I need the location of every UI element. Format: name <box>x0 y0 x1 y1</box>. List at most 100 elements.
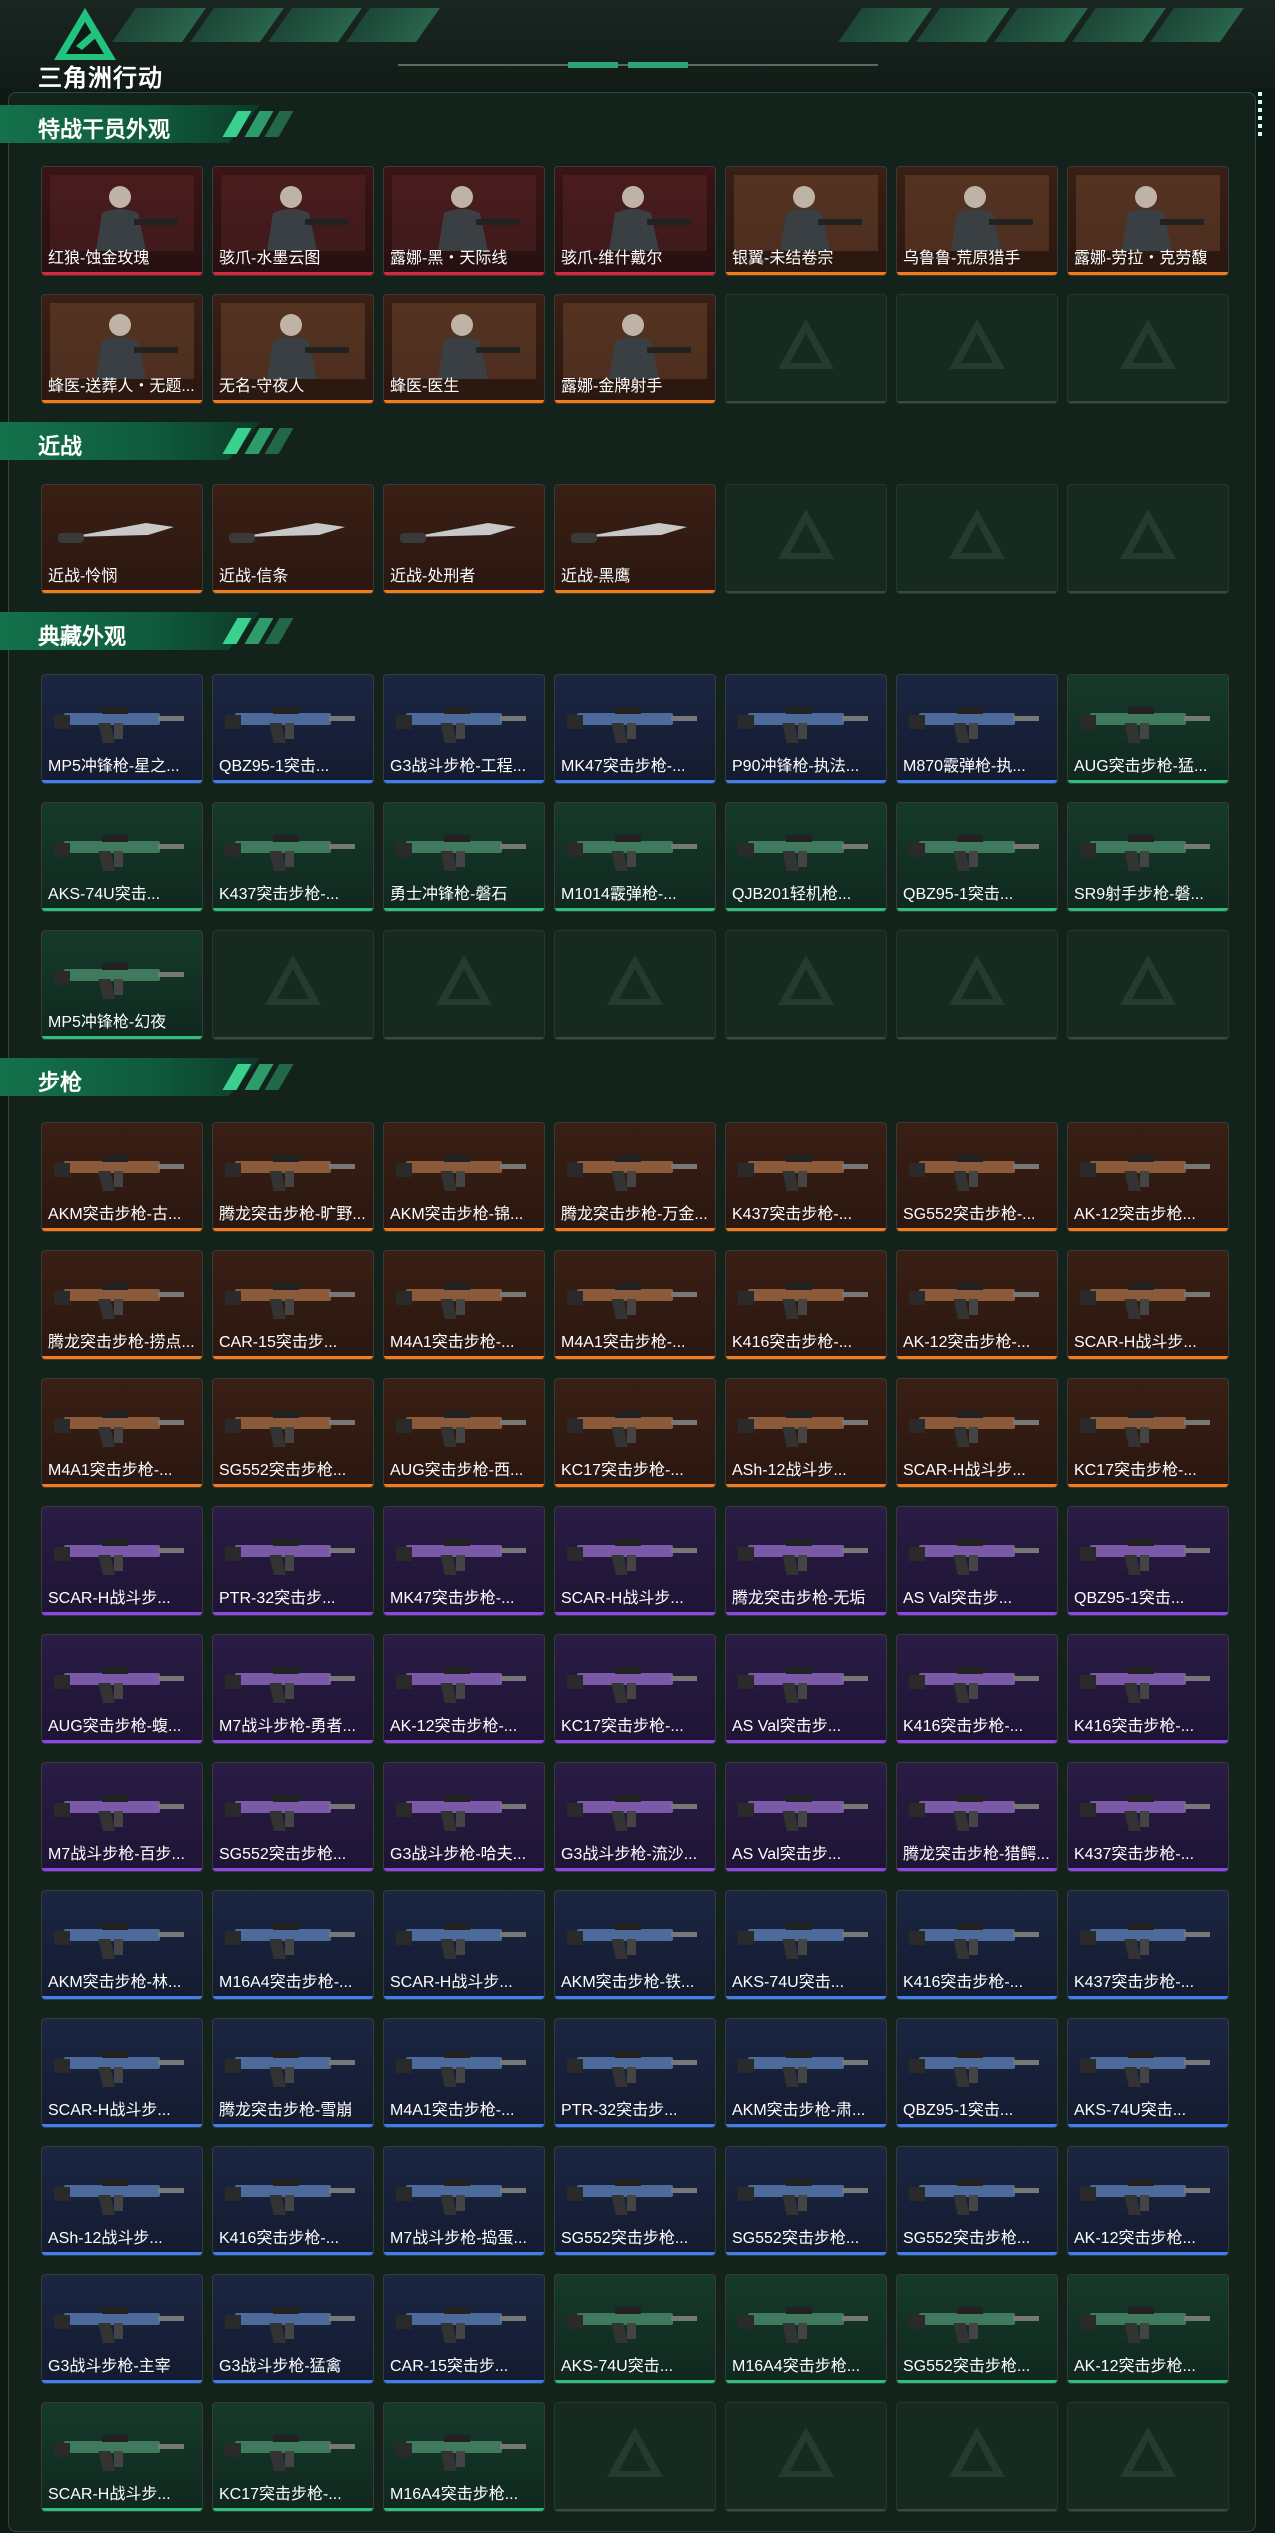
skin-card[interactable]: K437突击步枪-... <box>1067 1762 1229 1872</box>
skin-card[interactable]: SR9射手步枪-磐... <box>1067 802 1229 912</box>
skin-card[interactable]: AK-12突击步枪-... <box>383 1634 545 1744</box>
skin-card[interactable]: 近战-处刑者 <box>383 484 545 594</box>
skin-card[interactable]: M7战斗步枪-勇者... <box>212 1634 374 1744</box>
skin-card[interactable]: K416突击步枪-... <box>1067 1634 1229 1744</box>
skin-card[interactable]: SCAR-H战斗步... <box>41 2018 203 2128</box>
skin-card[interactable]: KC17突击步枪-... <box>554 1378 716 1488</box>
skin-card[interactable]: AS Val突击步... <box>896 1506 1058 1616</box>
skin-card[interactable]: SCAR-H战斗步... <box>41 2402 203 2512</box>
skin-card[interactable]: 近战-黑鹰 <box>554 484 716 594</box>
skin-card[interactable]: 蜂医-送葬人・无题... <box>41 294 203 404</box>
skin-card[interactable]: SG552突击步枪... <box>212 1762 374 1872</box>
skin-card[interactable]: CAR-15突击步... <box>383 2274 545 2384</box>
skin-card[interactable]: KC17突击步枪-... <box>554 1634 716 1744</box>
skin-card[interactable]: M4A1突击步枪-... <box>383 1250 545 1360</box>
skin-card[interactable]: AKM突击步枪-锦... <box>383 1122 545 1232</box>
skin-card[interactable]: SCAR-H战斗步... <box>896 1378 1058 1488</box>
skin-card[interactable]: M870霰弹枪-执... <box>896 674 1058 784</box>
skin-card[interactable]: K437突击步枪-... <box>212 802 374 912</box>
skin-card[interactable]: MK47突击步枪-... <box>383 1506 545 1616</box>
skin-card[interactable]: 银翼-未结卷宗 <box>725 166 887 276</box>
skin-card[interactable]: 腾龙突击步枪-旷野... <box>212 1122 374 1232</box>
skin-card[interactable]: AS Val突击步... <box>725 1634 887 1744</box>
skin-card[interactable]: MK47突击步枪-... <box>554 674 716 784</box>
skin-card[interactable]: KC17突击步枪-... <box>1067 1378 1229 1488</box>
skin-card[interactable]: AUG突击步枪-西... <box>383 1378 545 1488</box>
skin-card[interactable]: SG552突击步枪... <box>896 2274 1058 2384</box>
skin-card[interactable]: AUG突击步枪-猛... <box>1067 674 1229 784</box>
skin-card[interactable]: AUG突击步枪-蝮... <box>41 1634 203 1744</box>
skin-card[interactable]: K437突击步枪-... <box>725 1122 887 1232</box>
skin-card[interactable]: SCAR-H战斗步... <box>41 1506 203 1616</box>
skin-card[interactable]: M16A4突击步枪... <box>383 2402 545 2512</box>
skin-card[interactable]: SCAR-H战斗步... <box>554 1506 716 1616</box>
skin-card[interactable]: M16A4突击步枪... <box>725 2274 887 2384</box>
skin-card[interactable]: MP5冲锋枪-幻夜 <box>41 930 203 1040</box>
skin-card[interactable]: 露娜-黑・天际线 <box>383 166 545 276</box>
skin-card[interactable]: M4A1突击步枪-... <box>554 1250 716 1360</box>
skin-card[interactable]: 腾龙突击步枪-万金... <box>554 1122 716 1232</box>
skin-card[interactable]: 骇爪-水墨云图 <box>212 166 374 276</box>
skin-card[interactable]: G3战斗步枪-流沙... <box>554 1762 716 1872</box>
skin-card[interactable]: QBZ95-1突击... <box>896 802 1058 912</box>
skin-card[interactable]: G3战斗步枪-工程... <box>383 674 545 784</box>
skin-card[interactable]: 近战-怜悯 <box>41 484 203 594</box>
skin-card[interactable]: ASh-12战斗步... <box>41 2146 203 2256</box>
skin-card[interactable]: 无名-守夜人 <box>212 294 374 404</box>
skin-card[interactable]: AKS-74U突击... <box>41 802 203 912</box>
skin-card[interactable]: AKM突击步枪-林... <box>41 1890 203 2000</box>
skin-card[interactable]: K416突击步枪-... <box>896 1634 1058 1744</box>
skin-card[interactable]: AKS-74U突击... <box>554 2274 716 2384</box>
skin-card[interactable]: K416突击步枪-... <box>212 2146 374 2256</box>
skin-card[interactable]: AK-12突击步枪-... <box>896 1250 1058 1360</box>
skin-card[interactable]: ASh-12战斗步... <box>725 1378 887 1488</box>
skin-card[interactable]: 露娜-金牌射手 <box>554 294 716 404</box>
skin-card[interactable]: AKM突击步枪-铁... <box>554 1890 716 2000</box>
skin-card[interactable]: PTR-32突击步... <box>212 1506 374 1616</box>
skin-card[interactable]: 骇爪-维什戴尔 <box>554 166 716 276</box>
skin-card[interactable]: M7战斗步枪-捣蛋... <box>383 2146 545 2256</box>
skin-card[interactable]: AKS-74U突击... <box>725 1890 887 2000</box>
skin-card[interactable]: AK-12突击步枪... <box>1067 1122 1229 1232</box>
skin-card[interactable]: SCAR-H战斗步... <box>1067 1250 1229 1360</box>
skin-card[interactable]: M4A1突击步枪-... <box>383 2018 545 2128</box>
skin-card[interactable]: M7战斗步枪-百步... <box>41 1762 203 1872</box>
skin-card[interactable]: SG552突击步枪... <box>725 2146 887 2256</box>
skin-card[interactable]: QBZ95-1突击... <box>896 2018 1058 2128</box>
skin-card[interactable]: KC17突击步枪-... <box>212 2402 374 2512</box>
skin-card[interactable]: K416突击步枪-... <box>896 1890 1058 2000</box>
skin-card[interactable]: SG552突击步枪-... <box>896 1122 1058 1232</box>
skin-card[interactable]: 腾龙突击步枪-捞点... <box>41 1250 203 1360</box>
skin-card[interactable]: M4A1突击步枪-... <box>41 1378 203 1488</box>
skin-card[interactable]: AS Val突击步... <box>725 1762 887 1872</box>
skin-card[interactable]: M16A4突击步枪-... <box>212 1890 374 2000</box>
skin-card[interactable]: AK-12突击步枪... <box>1067 2146 1229 2256</box>
skin-card[interactable]: AK-12突击步枪... <box>1067 2274 1229 2384</box>
skin-card[interactable]: QBZ95-1突击... <box>1067 1506 1229 1616</box>
skin-card[interactable]: K416突击步枪-... <box>725 1250 887 1360</box>
skin-card[interactable]: QJB201轻机枪... <box>725 802 887 912</box>
skin-card[interactable]: AKM突击步枪-肃... <box>725 2018 887 2128</box>
skin-card[interactable]: 蜂医-医生 <box>383 294 545 404</box>
skin-card[interactable]: AKM突击步枪-古... <box>41 1122 203 1232</box>
skin-card[interactable]: QBZ95-1突击... <box>212 674 374 784</box>
skin-card[interactable]: SG552突击步枪... <box>554 2146 716 2256</box>
skin-card[interactable]: 勇士冲锋枪-磐石 <box>383 802 545 912</box>
skin-card[interactable]: G3战斗步枪-主宰 <box>41 2274 203 2384</box>
skin-card[interactable]: K437突击步枪-... <box>1067 1890 1229 2000</box>
skin-card[interactable]: 腾龙突击步枪-雪崩 <box>212 2018 374 2128</box>
skin-card[interactable]: AKS-74U突击... <box>1067 2018 1229 2128</box>
skin-card[interactable]: CAR-15突击步... <box>212 1250 374 1360</box>
skin-card[interactable]: G3战斗步枪-猛禽 <box>212 2274 374 2384</box>
skin-card[interactable]: MP5冲锋枪-星之... <box>41 674 203 784</box>
skin-card[interactable]: 红狼-蚀金玫瑰 <box>41 166 203 276</box>
skin-card[interactable]: 腾龙突击步枪-猎鳄... <box>896 1762 1058 1872</box>
skin-card[interactable]: G3战斗步枪-哈夫... <box>383 1762 545 1872</box>
skin-card[interactable]: 乌鲁鲁-荒原猎手 <box>896 166 1058 276</box>
skin-card[interactable]: 露娜-劳拉・克劳馥 <box>1067 166 1229 276</box>
skin-card[interactable]: SG552突击步枪... <box>896 2146 1058 2256</box>
skin-card[interactable]: SG552突击步枪... <box>212 1378 374 1488</box>
skin-card[interactable]: 近战-信条 <box>212 484 374 594</box>
skin-card[interactable]: 腾龙突击步枪-无垢 <box>725 1506 887 1616</box>
skin-card[interactable]: PTR-32突击步... <box>554 2018 716 2128</box>
